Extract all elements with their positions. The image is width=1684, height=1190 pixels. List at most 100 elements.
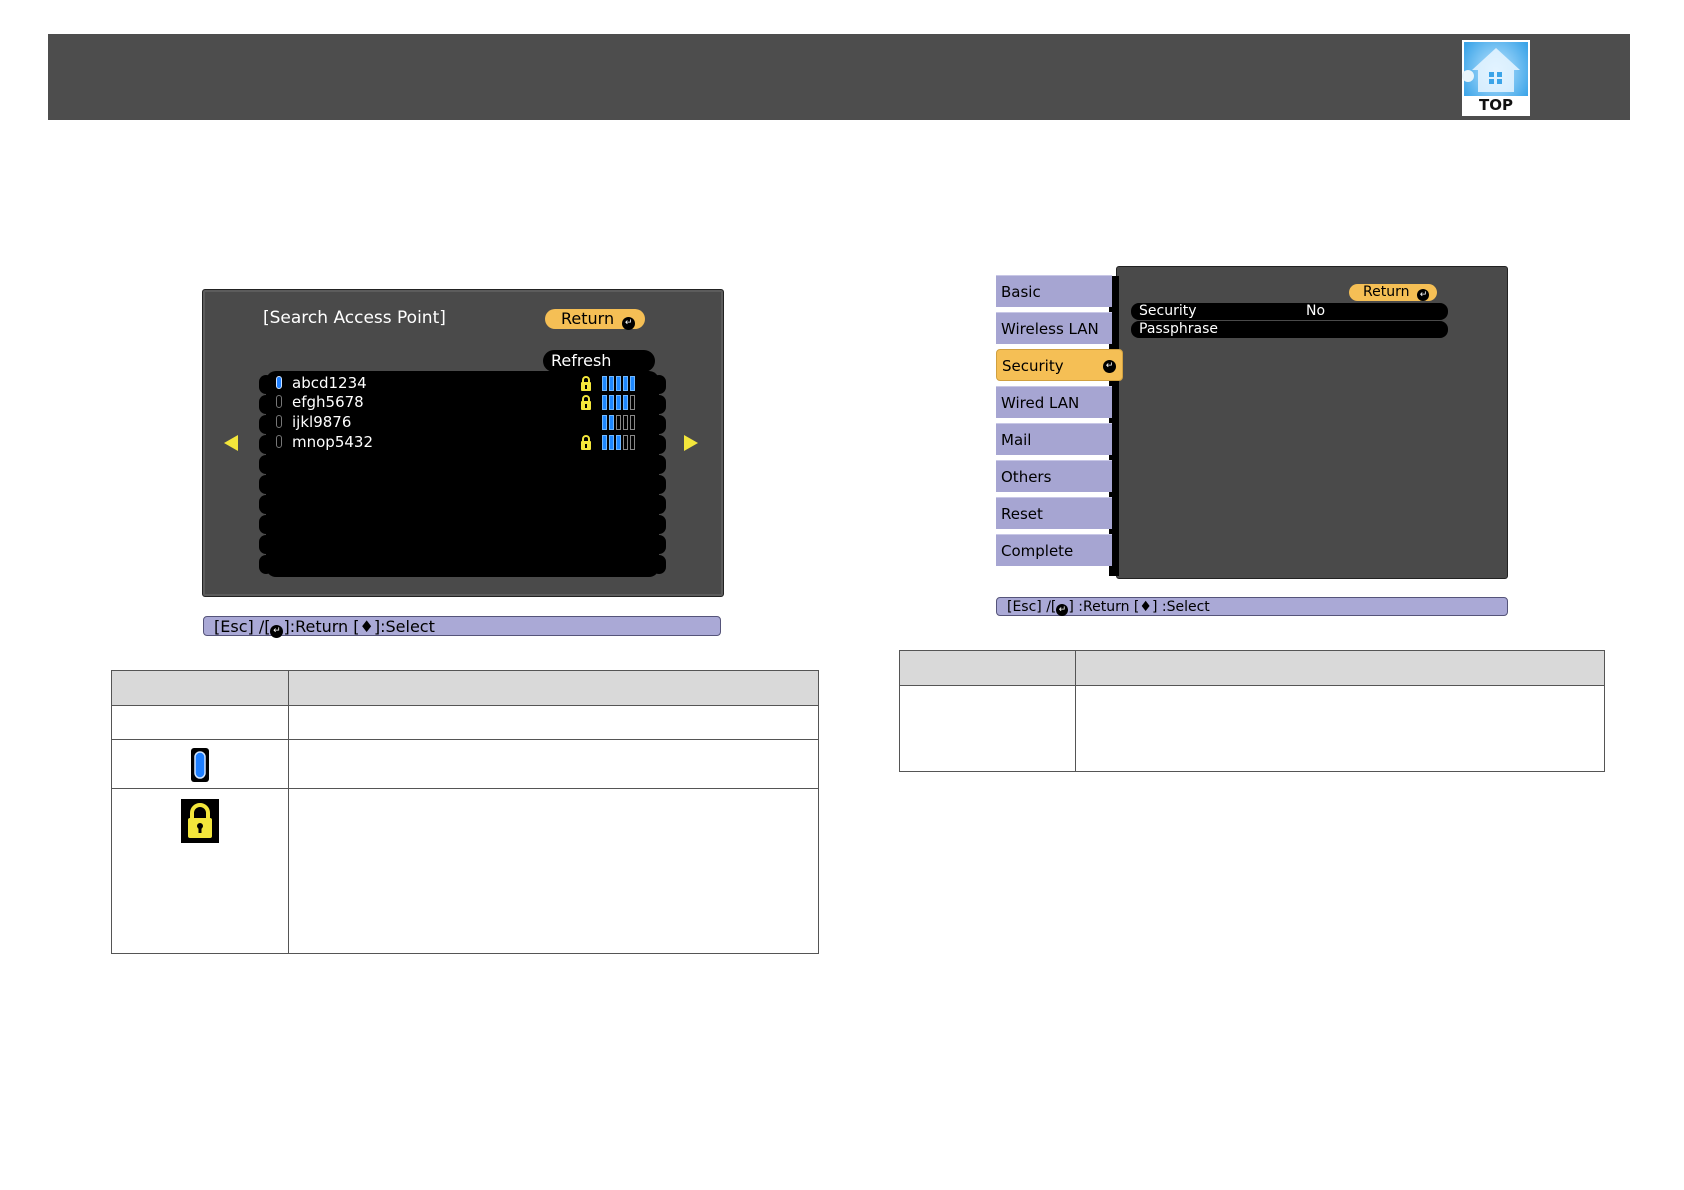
signal-bar — [630, 435, 635, 450]
security-setting-row[interactable]: Security No — [1131, 303, 1448, 320]
access-point-row[interactable]: mnop5432 — [266, 432, 659, 452]
arrow-right-icon[interactable] — [684, 435, 698, 451]
help-esc: [Esc] /[ — [214, 617, 271, 636]
enter-icon: ↵ — [1417, 289, 1430, 301]
row-edge — [259, 455, 273, 474]
selected-marker-icon — [276, 435, 282, 448]
signal-bar — [623, 415, 628, 430]
top-link[interactable]: TOP — [1462, 40, 1530, 116]
return-button[interactable]: Return ↵ — [1349, 284, 1438, 301]
menu-item-reset[interactable]: Reset — [996, 497, 1112, 529]
return-button[interactable]: Return ↵ — [545, 309, 646, 330]
signal-bar — [609, 376, 614, 391]
ssid-label: mnop5432 — [292, 433, 373, 451]
setting-description-table — [899, 650, 1605, 772]
signal-bar — [602, 376, 607, 391]
row-edge — [259, 535, 273, 554]
screen-title: [Search Access Point] — [263, 308, 446, 328]
help-return: ]:Return [ — [283, 617, 360, 636]
lock-icon — [579, 394, 593, 414]
menu-item-wired-lan[interactable]: Wired LAN — [996, 386, 1112, 418]
ssid-label: ijkl9876 — [292, 413, 352, 431]
menu-item-label: Complete — [1001, 542, 1074, 560]
menu-item-security[interactable]: Security ↵ — [996, 349, 1123, 381]
menu-item-mail[interactable]: Mail — [996, 423, 1112, 455]
menu-item-label: Security — [1002, 357, 1064, 375]
row-edge — [652, 375, 666, 394]
signal-bar — [609, 415, 614, 430]
help-select: ]:Select — [373, 617, 435, 636]
signal-bar — [630, 415, 635, 430]
signal-bar — [602, 415, 607, 430]
access-point-row[interactable]: abcd1234 — [266, 373, 659, 393]
row-edge — [259, 395, 273, 414]
signal-bar — [630, 376, 635, 391]
row-edge — [652, 495, 666, 514]
menu-item-complete[interactable]: Complete — [996, 534, 1112, 566]
row-edge — [652, 475, 666, 494]
refresh-button[interactable]: Refresh — [543, 350, 655, 372]
table-cell — [111, 705, 289, 740]
menu-item-label: Wireless LAN — [1001, 320, 1099, 338]
signal-bar — [609, 435, 614, 450]
menu-item-label: Reset — [1001, 505, 1043, 523]
signal-bar — [623, 376, 628, 391]
arrow-left-icon[interactable] — [224, 435, 238, 451]
row-edge — [259, 415, 273, 434]
return-label: Return — [1363, 284, 1410, 300]
signal-bar — [602, 395, 607, 410]
menu-item-others[interactable]: Others — [996, 460, 1112, 492]
row-edge — [259, 435, 273, 454]
enter-icon: ↵ — [1056, 604, 1069, 616]
passphrase-setting-row[interactable]: Passphrase — [1131, 321, 1448, 338]
row-edge — [259, 495, 273, 514]
up-down-arrow-icon: ♦ — [1139, 599, 1152, 615]
icon-description-table — [111, 670, 819, 954]
table-cell — [288, 788, 819, 954]
table-header-cell — [288, 670, 819, 706]
search-access-point-screen: [Search Access Point] Return ↵ Refresh ab… — [202, 289, 724, 597]
up-down-arrow-icon: ♦ — [359, 617, 374, 636]
table-cell — [1075, 685, 1605, 772]
menu-item-basic[interactable]: Basic — [996, 275, 1112, 307]
ssid-label: efgh5678 — [292, 393, 364, 411]
help-bar: [Esc] /[↵]:Return [♦]:Select — [203, 616, 721, 638]
menu-item-label: Basic — [1001, 283, 1041, 301]
help-select: ] :Select — [1151, 599, 1210, 615]
setting-value: No — [1306, 303, 1326, 319]
row-edge — [652, 455, 666, 474]
table-cell — [111, 739, 289, 789]
selected-marker-icon — [276, 376, 282, 389]
top-logo-text: TOP — [1479, 96, 1513, 114]
lock-icon — [579, 434, 593, 454]
table-header-cell — [111, 670, 289, 706]
table-cell — [288, 705, 819, 740]
setting-label: Passphrase — [1139, 321, 1218, 337]
setting-label: Security — [1139, 303, 1197, 319]
table-header-cell — [1075, 650, 1605, 686]
enter-icon: ↵ — [622, 317, 636, 330]
selected-marker-icon — [276, 415, 282, 428]
signal-bar — [616, 395, 621, 410]
menu-item-label: Mail — [1001, 431, 1032, 449]
row-edge — [652, 415, 666, 434]
access-point-row[interactable]: ijkl9876 — [266, 412, 659, 432]
table-cell — [111, 788, 289, 954]
row-edge — [652, 555, 666, 574]
return-label: Return — [561, 309, 615, 328]
row-edge — [259, 515, 273, 534]
row-edge — [652, 535, 666, 554]
access-point-list: abcd1234 efgh5678 ijkl9876 mnop5432 — [266, 371, 659, 577]
row-edge — [259, 555, 273, 574]
menu-item-wireless-lan[interactable]: Wireless LAN — [996, 312, 1112, 344]
signal-bar — [609, 395, 614, 410]
help-esc: [Esc] /[ — [1007, 599, 1057, 615]
header-bar — [48, 34, 1630, 120]
signal-bar — [616, 376, 621, 391]
help-bar: [Esc] /[↵] :Return [♦] :Select — [996, 597, 1508, 616]
lock-icon — [181, 799, 219, 843]
network-security-screen: Return ↵ Basic Wireless LAN Security ↵ Wired … — [996, 266, 1508, 580]
access-point-row[interactable]: efgh5678 — [266, 392, 659, 412]
enter-icon: ↵ — [270, 625, 284, 638]
row-edge — [652, 515, 666, 534]
